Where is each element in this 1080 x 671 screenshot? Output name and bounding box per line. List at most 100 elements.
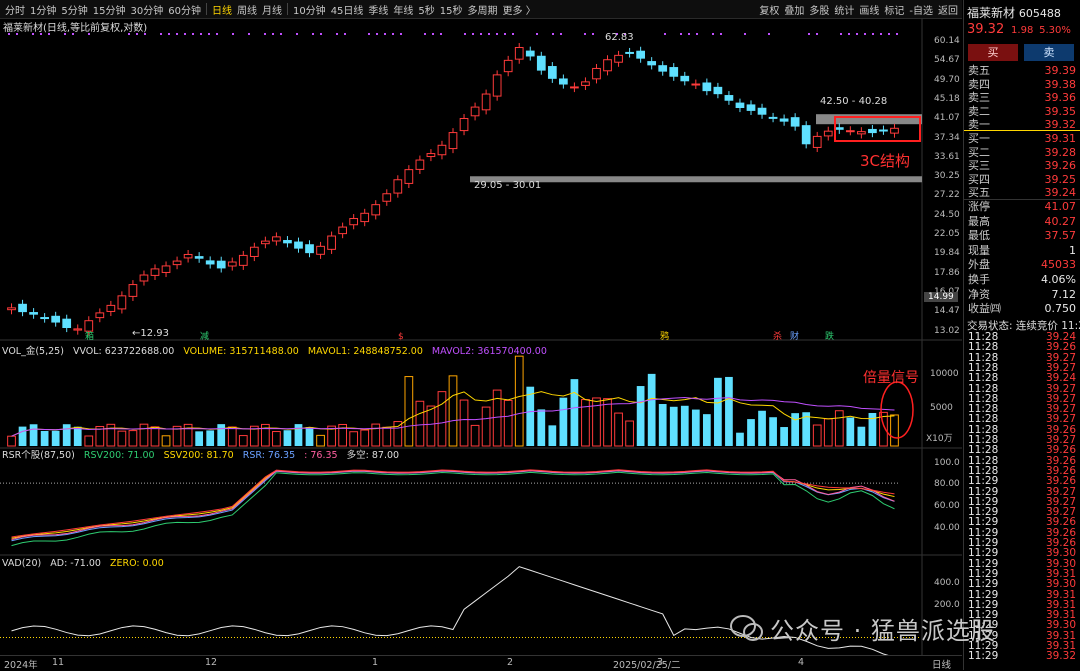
candle-body	[372, 205, 380, 215]
tool-5[interactable]: 标记	[884, 2, 904, 17]
ask-row: 卖四 39.38	[968, 78, 1076, 91]
bid-row-value: 39.25	[1045, 173, 1077, 186]
stat-row: 涨停 41.07	[968, 200, 1076, 213]
volume-bar	[482, 407, 490, 446]
period-7[interactable]: 周线	[237, 2, 257, 17]
period-14[interactable]: 15秒	[440, 2, 463, 17]
stat-row-label: 换手	[968, 273, 990, 286]
period-13[interactable]: 5秒	[418, 2, 434, 17]
volume-bar	[515, 356, 523, 446]
period-2[interactable]: 5分钟	[61, 2, 87, 17]
period-5[interactable]: 60分钟	[168, 2, 201, 17]
price-tick: 13.02	[934, 326, 960, 336]
signal-dot	[496, 33, 498, 35]
volume-bar	[195, 431, 203, 446]
buy-button[interactable]: 买	[968, 44, 1018, 61]
high-label: 62.83	[605, 32, 634, 43]
stat-row-label: 外盘	[968, 258, 990, 271]
candle-body	[173, 261, 181, 265]
tool-7[interactable]: 返回	[938, 2, 958, 17]
volume-bar	[41, 431, 49, 446]
time-tick: 2025/02/25/二	[613, 657, 680, 671]
ask-row-label: 卖四	[968, 78, 990, 91]
period-10[interactable]: 45日线	[331, 2, 364, 17]
tick-row-label: 11:29	[968, 590, 998, 600]
time-tick: 11	[52, 657, 64, 668]
tick-row-value: 39.26	[1046, 342, 1076, 352]
signal-dot	[888, 33, 890, 35]
stat-row-value: 37.57	[1045, 229, 1077, 242]
period-3[interactable]: 15分钟	[93, 2, 126, 17]
signal-dot	[368, 33, 370, 35]
candle-body	[273, 237, 281, 241]
volume-bar	[571, 379, 579, 446]
stat-row: 外盘 45033	[968, 258, 1076, 271]
bid-row-label: 买五	[968, 186, 990, 199]
signal-dot	[296, 33, 298, 35]
volume-bar	[460, 400, 468, 446]
volume-bar	[736, 433, 744, 446]
candle-body	[19, 304, 27, 311]
tick-row: 11:28 39.26	[968, 342, 1076, 352]
stat-row-value: 1	[1069, 244, 1076, 257]
candle-body	[571, 87, 579, 88]
candle-body	[714, 87, 722, 93]
period-toolbar: 分时 1分钟 5分钟 15分钟 30分钟 60分钟 日线 周线 月线 10分钟 45日线 季线 年线 5秒…	[0, 0, 962, 19]
candle-body	[140, 275, 148, 281]
time-tick: 2024年	[4, 657, 38, 671]
volume-bar	[846, 417, 854, 446]
chart-marker: 鸦	[660, 330, 669, 342]
candle-body	[813, 136, 821, 147]
tool-0[interactable]: 复权	[759, 2, 779, 17]
candle-body	[681, 76, 689, 80]
tick-row-label: 11:28	[968, 384, 998, 394]
stat-row: 收益㈣ 0.750	[968, 302, 1076, 315]
ask-row-value: 39.36	[1045, 91, 1077, 104]
candle-body	[604, 60, 612, 71]
volume-bar	[8, 436, 16, 446]
signal-dot	[160, 33, 162, 35]
candle-body	[548, 67, 556, 79]
candle-body	[637, 51, 645, 58]
volume-bar	[19, 427, 27, 446]
period-4[interactable]: 30分钟	[130, 2, 163, 17]
signal-dot	[40, 33, 42, 35]
signal-dot	[344, 33, 346, 35]
rsr-tick: 80.00	[934, 479, 960, 489]
period-11[interactable]: 季线	[368, 2, 388, 17]
candle-body	[482, 94, 490, 110]
tool-6[interactable]: -自选	[909, 2, 933, 17]
candle-body	[846, 131, 854, 132]
vad-tick: 200.0	[934, 600, 960, 610]
candle-body	[747, 105, 755, 110]
bid-row: 买五 39.24	[968, 186, 1076, 199]
period-label[interactable]: 日线	[932, 657, 951, 671]
ssv200-line	[12, 470, 895, 538]
tool-2[interactable]: 多股	[809, 2, 829, 17]
period-8[interactable]: 月线	[262, 2, 282, 17]
period-6[interactable]: 日线	[212, 2, 232, 17]
tick-row: 11:28 39.27	[968, 414, 1076, 424]
period-16[interactable]: 更多 〉	[503, 2, 536, 17]
signal-dot	[664, 33, 666, 35]
tool-4[interactable]: 画线	[859, 2, 879, 17]
candle-body	[195, 257, 203, 259]
volume-bar	[52, 431, 60, 446]
stat-row: 最低 37.57	[968, 229, 1076, 242]
period-12[interactable]: 年线	[393, 2, 413, 17]
candle-body	[350, 219, 358, 225]
candle-body	[593, 68, 601, 78]
tool-1[interactable]: 叠加	[784, 2, 804, 17]
period-15[interactable]: 多周期	[468, 2, 498, 17]
period-9[interactable]: 10分钟	[293, 2, 326, 17]
candle-body	[438, 145, 446, 154]
volume-bar	[30, 424, 38, 446]
tool-3[interactable]: 统计	[834, 2, 854, 17]
period-1[interactable]: 1分钟	[30, 2, 56, 17]
volume-bar	[714, 378, 722, 446]
sell-button[interactable]: 卖	[1024, 44, 1074, 61]
price-tick: 41.07	[934, 113, 960, 123]
period-0[interactable]: 分时	[5, 2, 25, 17]
tick-row: 11:29 39.30	[968, 579, 1076, 589]
price-tick: 24.50	[934, 210, 960, 220]
